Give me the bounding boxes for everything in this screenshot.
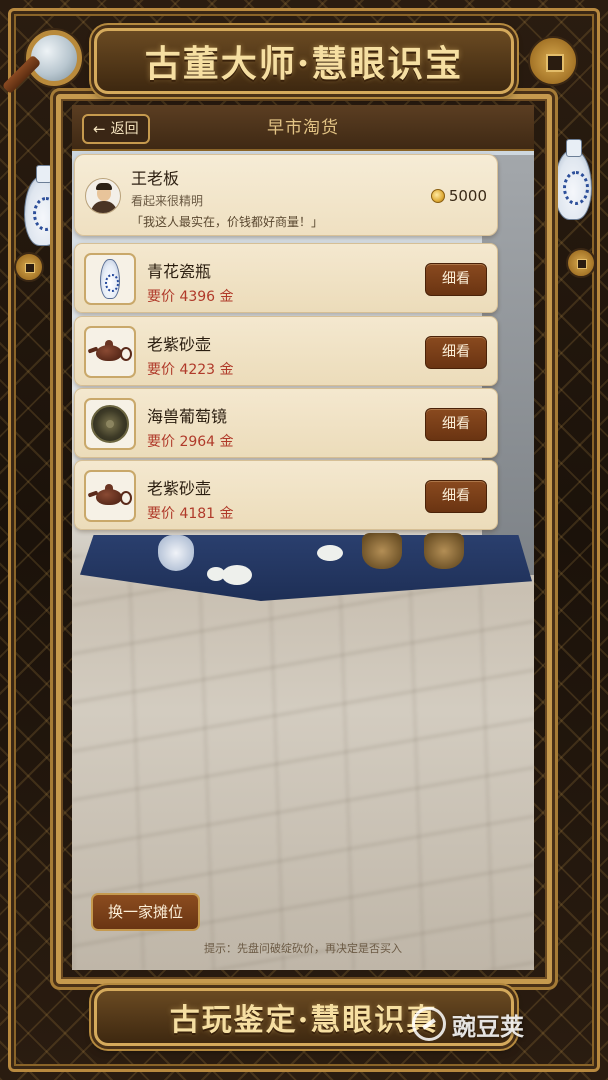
item-price: 要价 4396 金 <box>147 289 234 305</box>
item-price: 要价 4181 金 <box>147 506 234 522</box>
gold-coin-icon <box>430 189 445 203</box>
inspect-button[interactable]: 细看 <box>425 408 487 441</box>
inspect-button[interactable]: 细看 <box>425 336 487 369</box>
back-button[interactable]: ← 返回 <box>82 114 150 144</box>
item-price: 要价 4223 金 <box>147 362 234 378</box>
arrow-left-icon: ← <box>93 120 106 138</box>
merchant-name: 王老板 <box>131 169 180 188</box>
watermark-text: 豌豆荚 <box>452 1012 524 1041</box>
watermark-logo-icon <box>412 1007 446 1041</box>
item-thumbnail <box>84 253 136 305</box>
ancient-coin-icon <box>528 36 578 86</box>
ancient-coin-icon <box>566 248 596 278</box>
clay-teapot-icon <box>96 489 132 505</box>
bottom-banner-text: 古玩鉴定·慧眼识真 <box>169 1003 439 1038</box>
list-item: 海兽葡萄镜 要价 2964 金 细看 <box>74 388 498 458</box>
list-item: 老紫砂壶 要价 4181 金 细看 <box>74 460 498 530</box>
ancient-coin-icon <box>14 252 44 282</box>
item-name: 老紫砂壶 <box>147 479 212 498</box>
item-thumbnail <box>84 470 136 522</box>
back-button-label: 返回 <box>110 121 139 137</box>
hint-text: 提示：先盘问破绽砍价，再决定是否买入 <box>204 942 402 955</box>
screen-header: 早市淘货 ← 返回 <box>72 105 534 151</box>
item-name: 青花瓷瓶 <box>147 262 212 281</box>
blue-white-vase-icon <box>100 259 120 299</box>
item-name: 老紫砂壶 <box>147 335 212 354</box>
merchant-description: 看起来很精明 <box>131 194 204 208</box>
watermark: 豌豆荚 <box>412 1004 524 1044</box>
list-item: 老紫砂壶 要价 4223 金 细看 <box>74 316 498 386</box>
gold-amount: 5000 <box>448 187 487 205</box>
list-item: 青花瓷瓶 要价 4396 金 细看 <box>74 243 498 313</box>
game-title: 古董大师·慧眼识宝 <box>144 43 464 85</box>
gold-balance: 5000 <box>430 187 487 205</box>
item-thumbnail <box>84 398 136 450</box>
switch-stall-button[interactable]: 换一家摊位 <box>91 893 200 931</box>
merchant-quote: 「我这人最实在，价钱都好商量！」 <box>131 215 324 229</box>
item-price: 要价 2964 金 <box>147 434 234 450</box>
item-name: 海兽葡萄镜 <box>147 407 228 426</box>
inspect-button[interactable]: 细看 <box>425 263 487 296</box>
inspect-button[interactable]: 细看 <box>425 480 487 513</box>
porcelain-vase-icon <box>554 139 592 220</box>
merchant-avatar <box>85 178 121 214</box>
clay-teapot-icon <box>96 345 132 361</box>
item-thumbnail <box>84 326 136 378</box>
merchant-card: 王老板 看起来很精明 「我这人最实在，价钱都好商量！」 5000 <box>74 154 498 236</box>
bronze-mirror-icon <box>91 405 129 443</box>
game-title-banner: 古董大师·慧眼识宝 <box>94 28 514 94</box>
